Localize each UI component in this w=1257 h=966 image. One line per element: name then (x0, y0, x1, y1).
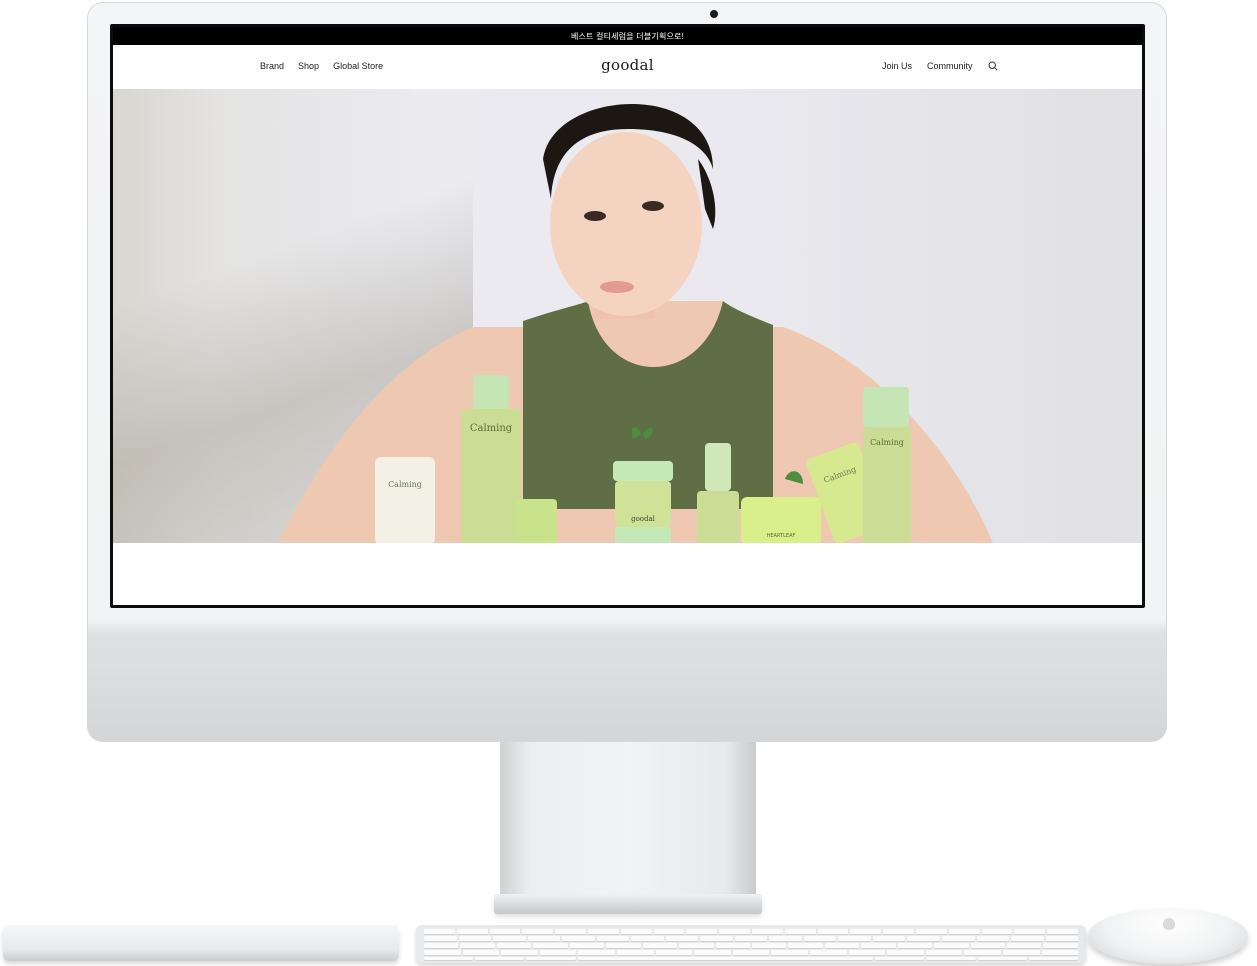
product-label-line: Calming (388, 480, 422, 489)
screen: 베스트 컬티세럼을 더블기획으로! Brand Shop Global Stor… (113, 27, 1142, 605)
site-header: Brand Shop Global Store goodal Join Us C… (113, 45, 1142, 89)
hero-image: Calming Calming goodal HEARTLEAF Calming… (278, 104, 993, 543)
product-tube-left: Calming (375, 457, 435, 543)
camera-dot (710, 10, 718, 18)
announcement-text[interactable]: 베스트 컬티세럼을 더블기획으로! (571, 31, 684, 42)
product-label-line: Calming (870, 438, 904, 447)
apple-logo-icon (1163, 918, 1175, 930)
keyboard-row (424, 929, 1078, 934)
search-icon[interactable] (988, 61, 998, 71)
product-label-brand: HEARTLEAF (767, 533, 796, 539)
product-label-small-brand: goodal (631, 515, 656, 523)
nav-join-us-link[interactable]: Join Us (882, 61, 912, 71)
nav-right: Join Us Community (882, 61, 998, 71)
product-emulsion-bottle: Calming (863, 387, 911, 543)
magic-trackpad (3, 925, 399, 961)
keyboard-row (424, 943, 1078, 948)
magic-mouse (1088, 908, 1248, 964)
product-small-jar (515, 499, 557, 543)
nav-community-link[interactable]: Community (927, 61, 973, 71)
imac-stand (500, 742, 756, 902)
keyboard-row (424, 950, 1079, 955)
imac-stand-foot (494, 894, 762, 914)
magic-keyboard (416, 925, 1086, 963)
keyboard-row (424, 936, 1079, 941)
product-label-line: Calming (470, 423, 513, 434)
page-blank-area (113, 543, 1142, 605)
announcement-bar[interactable]: 베스트 컬티세럼을 더블기획으로! (113, 27, 1142, 45)
hero-banner[interactable]: Calming Calming goodal HEARTLEAF Calming… (113, 89, 1142, 543)
keyboard-row (424, 957, 1079, 960)
